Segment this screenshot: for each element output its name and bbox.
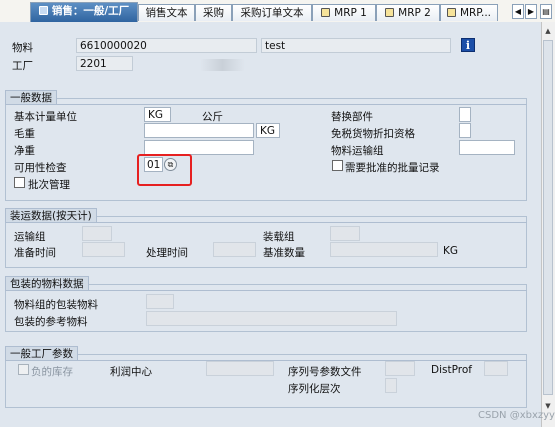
material-number-field[interactable]: 6610000020 [76, 38, 257, 53]
base-quantity-unit: KG [443, 245, 459, 257]
transport-group-label: 物料运输组 [331, 145, 384, 157]
tab-status-icon [446, 8, 456, 17]
processing-time-field[interactable] [213, 242, 256, 257]
negative-stock-checkbox[interactable] [18, 364, 29, 375]
net-weight-field[interactable] [144, 140, 254, 155]
tab-scroll-left-icon[interactable]: ◀ [512, 4, 524, 19]
group-divider [5, 104, 527, 105]
packaging-group-field[interactable] [146, 294, 174, 309]
packaging-group-label: 物料组的包装物料 [14, 299, 98, 311]
scrollbar-thumb[interactable] [543, 40, 553, 395]
group-divider [5, 222, 527, 223]
setup-time-field[interactable] [82, 242, 125, 257]
ref-material-label: 包装的参考物料 [14, 316, 88, 328]
distprof-label: DistProf [431, 364, 472, 376]
tab-bar: 销售：一般/工厂 销售文本 采购 采购订单文本 MRP 1 MRP 2 MRP.… [0, 0, 555, 23]
info-icon[interactable]: i [461, 38, 475, 52]
transport-group-field[interactable] [459, 140, 515, 155]
processing-time-label: 处理时间 [146, 247, 188, 259]
plant-field[interactable]: 2201 [76, 56, 133, 71]
profit-center-label: 利润中心 [110, 366, 152, 378]
general-data-group [5, 98, 527, 201]
ref-material-field[interactable] [146, 311, 397, 326]
profit-center-field[interactable] [206, 361, 274, 376]
duty-free-label: 免税货物折扣资格 [331, 128, 415, 140]
tab-sales-text[interactable]: 销售文本 [138, 4, 195, 21]
watermark: CSDN @xbxzyy [478, 410, 555, 421]
gross-weight-unit-field[interactable]: KG [256, 123, 280, 138]
plant-params-title: 一般工厂参数 [5, 346, 78, 361]
trans-group-field[interactable] [82, 226, 112, 241]
base-quantity-label: 基准数量 [263, 247, 305, 259]
shipping-data-title: 装运数据(按天计) [5, 208, 97, 223]
loading-group-field[interactable] [330, 226, 360, 241]
tab-list-icon[interactable]: ▤ [540, 4, 552, 19]
serial-profile-field[interactable] [385, 361, 415, 376]
tab-status-icon [385, 8, 395, 17]
serial-level-label: 序列化层次 [288, 383, 341, 395]
group-divider [5, 290, 527, 291]
replacement-part-label: 替换部件 [331, 111, 373, 123]
redacted-plant-name [200, 59, 245, 71]
batch-management-checkbox[interactable] [14, 177, 25, 188]
availability-check-label: 可用性检查 [14, 162, 67, 174]
gross-weight-label: 毛重 [14, 128, 35, 140]
negative-stock-label: 负的库存 [31, 366, 73, 378]
net-weight-label: 净重 [14, 145, 35, 157]
tab-status-icon [321, 8, 331, 17]
tab-purchasing[interactable]: 采购 [195, 4, 232, 21]
material-label: 物料 [12, 42, 33, 54]
batch-management-label: 批次管理 [28, 179, 70, 191]
serial-profile-label: 序列号参数文件 [288, 366, 362, 378]
trans-group-label: 运输组 [14, 231, 46, 243]
general-data-title: 一般数据 [5, 90, 57, 105]
gross-weight-field[interactable] [144, 123, 254, 138]
highlight-box [137, 154, 192, 186]
approved-batch-checkbox[interactable] [332, 160, 343, 171]
approved-batch-label: 需要批准的批量记录 [345, 162, 440, 174]
tab-mrp2[interactable]: MRP 2 [376, 4, 440, 21]
scroll-up-icon[interactable]: ▲ [542, 24, 554, 38]
replacement-part-field[interactable] [459, 107, 471, 122]
setup-time-label: 准备时间 [14, 247, 56, 259]
base-quantity-field[interactable] [330, 242, 438, 257]
tab-scroll-right-icon[interactable]: ▶ [525, 4, 537, 19]
distprof-field[interactable] [484, 361, 508, 376]
tab-sales-general-plant[interactable]: 销售：一般/工厂 [30, 2, 138, 22]
tab-status-icon [38, 6, 48, 15]
tab-mrp1[interactable]: MRP 1 [312, 4, 376, 21]
tab-po-text[interactable]: 采购订单文本 [232, 4, 312, 21]
base-uom-label: 基本计量单位 [14, 111, 77, 123]
packaging-data-title: 包装的物料数据 [5, 276, 89, 291]
base-uom-field[interactable]: KG [144, 107, 171, 122]
material-description-field[interactable]: test [261, 38, 451, 53]
serial-level-field[interactable] [385, 378, 397, 393]
base-uom-text: 公斤 [202, 111, 223, 123]
duty-free-field[interactable] [459, 123, 471, 138]
loading-group-label: 装载组 [263, 231, 295, 243]
plant-label: 工厂 [12, 60, 33, 72]
tab-mrp-more[interactable]: MRP... [440, 4, 498, 21]
